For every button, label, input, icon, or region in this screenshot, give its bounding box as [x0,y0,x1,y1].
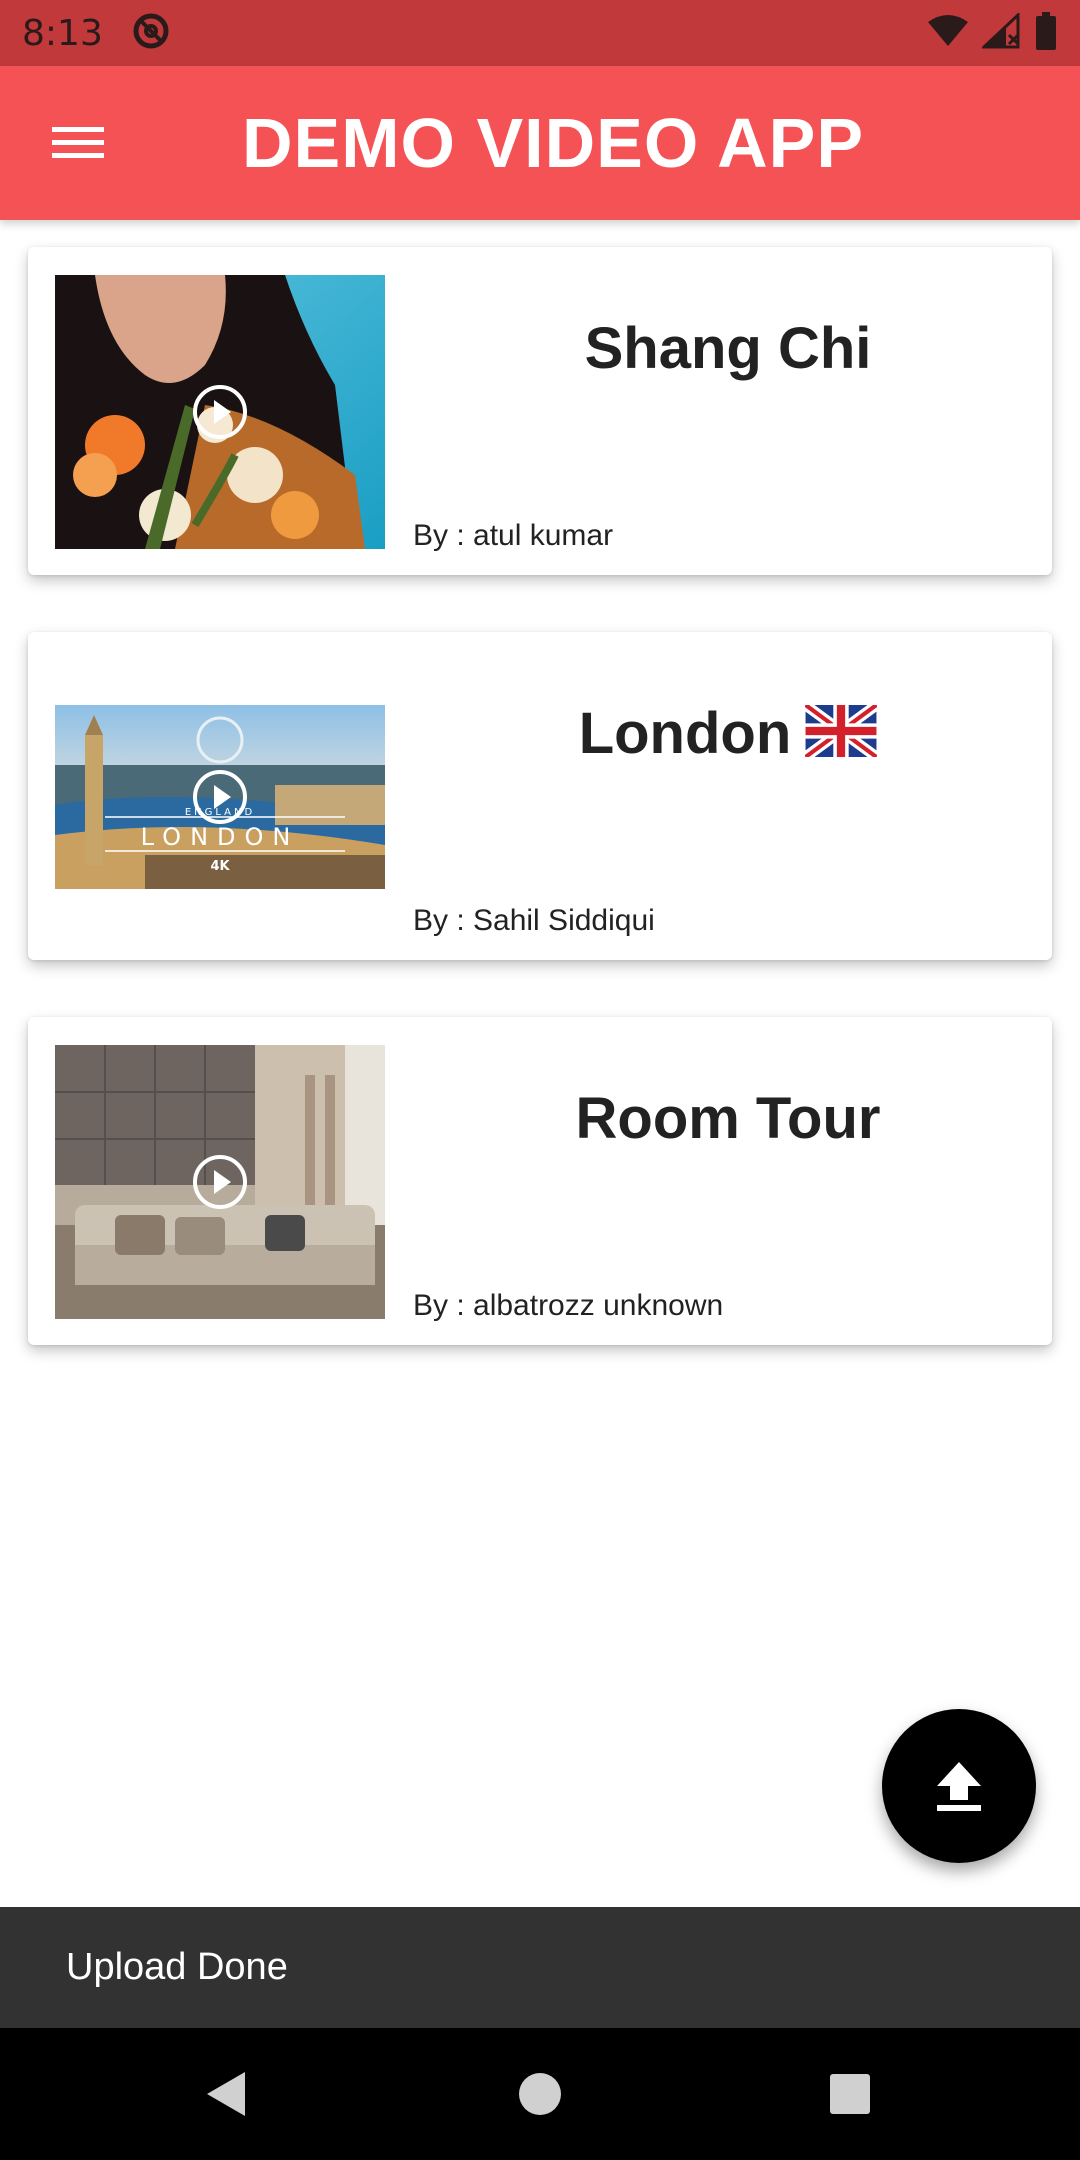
uk-flag-icon [802,700,880,771]
app-title: DEMO VIDEO APP [242,104,865,182]
video-card-shang-chi[interactable]: Shang Chi By : atul kumar [28,247,1052,575]
video-title: London [398,700,1058,771]
video-thumbnail[interactable] [55,1045,385,1319]
status-time: 8:13 [22,12,103,54]
recents-icon[interactable] [822,2066,878,2122]
battery-icon [1034,11,1058,56]
thumb-text-4k: 4K [210,859,230,874]
hamburger-menu-icon[interactable] [40,110,116,176]
video-author: By : albatrozz unknown [413,1289,724,1322]
thumb-text-london: LONDON [141,823,300,851]
status-bar: 8:13 [0,0,1080,66]
video-author: By : Sahil Siddiqui [413,904,655,937]
home-icon[interactable] [512,2066,568,2122]
snackbar-message: Upload Done [66,1946,288,1988]
play-icon[interactable] [191,1153,249,1211]
play-icon[interactable] [191,768,249,826]
upload-button[interactable] [882,1709,1036,1863]
video-title: Room Tour [575,1086,881,1151]
wifi-icon [926,14,970,53]
at-sign-icon [131,11,171,56]
play-icon[interactable] [191,383,249,441]
snackbar: Upload Done [0,1907,1080,2028]
video-title-text: London [578,701,792,766]
video-title: Shang Chi [584,316,872,381]
app-bar: DEMO VIDEO APP [0,66,1080,220]
video-card-room-tour[interactable]: Room Tour By : albatrozz unknown [28,1017,1052,1345]
video-thumbnail[interactable] [55,275,385,549]
video-author: By : atul kumar [413,519,614,552]
upload-icon [937,1762,981,1811]
signal-icon [980,11,1022,54]
video-card-london[interactable]: ENGLAND LONDON 4K London By : Sahil Sidd… [28,632,1052,960]
back-icon[interactable] [198,2066,254,2122]
video-thumbnail[interactable]: ENGLAND LONDON 4K [55,705,385,889]
navigation-bar [0,2028,1080,2160]
